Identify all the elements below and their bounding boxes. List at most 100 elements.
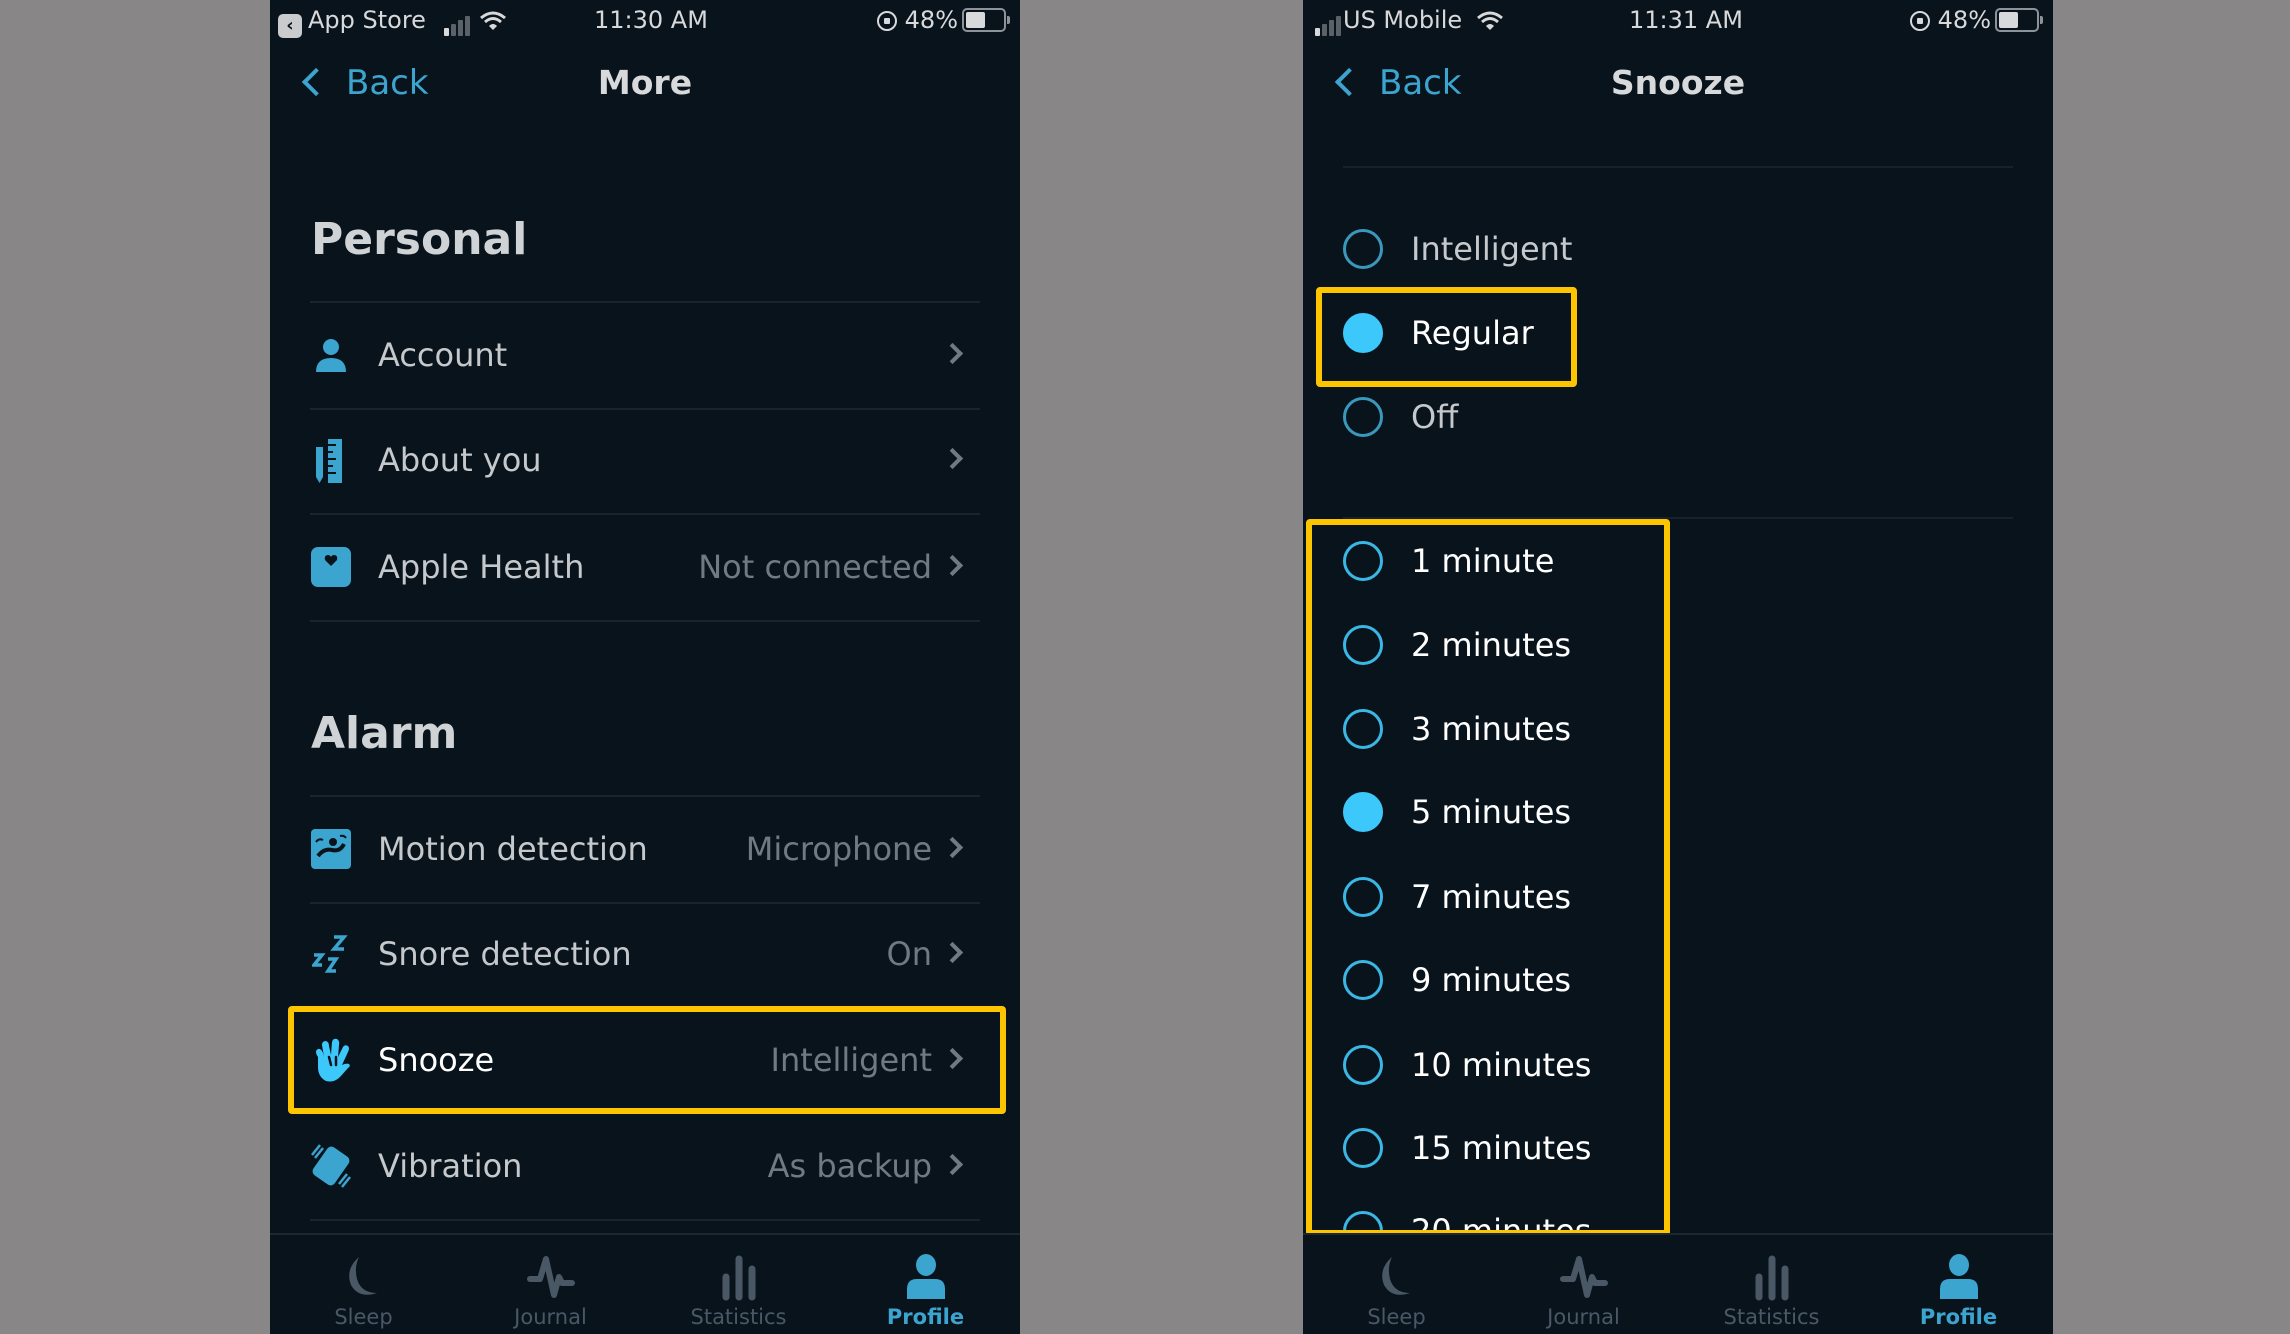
radio-button-checked[interactable] xyxy=(1343,792,1383,832)
radio-option-3-minutes[interactable]: 3 minutes xyxy=(1323,694,1823,764)
chevron-right-icon xyxy=(941,836,964,859)
tab-sleep[interactable]: Sleep xyxy=(270,1235,457,1334)
vibration-icon xyxy=(311,1144,351,1188)
radio-option-5-minutes[interactable]: 5 minutes xyxy=(1323,777,1823,847)
radio-label: 20 minutes xyxy=(1411,1212,1592,1232)
status-right: 48% xyxy=(1909,6,2043,34)
radio-label: 15 minutes xyxy=(1411,1129,1592,1167)
radio-button[interactable] xyxy=(1343,229,1383,269)
person-icon xyxy=(1939,1254,1978,1299)
list-item-snooze[interactable]: Snooze Intelligent xyxy=(300,1015,990,1105)
radio-option-1-minute[interactable]: 1 minute xyxy=(1323,526,1823,596)
rotation-lock-icon xyxy=(1909,11,1930,31)
zzz-icon xyxy=(312,935,348,973)
hand-icon xyxy=(316,1038,350,1082)
radio-button-checked[interactable] xyxy=(1343,313,1383,353)
item-value: Microphone xyxy=(745,830,932,868)
tab-bar: Sleep Journal Statistics Profile xyxy=(1303,1233,2053,1334)
radio-label: 5 minutes xyxy=(1411,793,1572,831)
tab-sleep[interactable]: Sleep xyxy=(1303,1235,1490,1334)
divider xyxy=(310,513,980,515)
radio-button[interactable] xyxy=(1343,1128,1383,1168)
status-left: US Mobile xyxy=(1315,6,1504,36)
chevron-right-icon xyxy=(941,1047,964,1070)
radio-label: 9 minutes xyxy=(1411,961,1572,999)
ruler-pencil-icon xyxy=(316,439,342,483)
divider xyxy=(310,620,980,622)
radio-button[interactable] xyxy=(1343,625,1383,665)
status-right: 48% xyxy=(876,6,1010,34)
item-value: Intelligent xyxy=(770,1041,932,1079)
list-item-snore-detection[interactable]: Snore detection On xyxy=(300,909,990,999)
radio-option-10-minutes[interactable]: 10 minutes xyxy=(1323,1030,1823,1100)
radio-option-20-minutes[interactable]: 20 minutes xyxy=(1323,1196,1823,1232)
duration-list[interactable]: 1 minute 2 minutes 3 minutes 5 minutes 7… xyxy=(1303,522,2053,1232)
signal-icon xyxy=(1315,8,1343,36)
status-bar: ‹ App Store 11:30 AM 48% xyxy=(270,0,1020,40)
radio-label: Intelligent xyxy=(1411,230,1573,268)
tab-label: Sleep xyxy=(334,1305,393,1329)
radio-label: 7 minutes xyxy=(1411,878,1572,916)
list-item-apple-health[interactable]: Apple Health Not connected xyxy=(300,522,990,612)
tab-statistics[interactable]: Statistics xyxy=(1678,1235,1865,1334)
tab-statistics[interactable]: Statistics xyxy=(645,1235,832,1334)
item-label: Account xyxy=(378,336,508,374)
radio-option-2-minutes[interactable]: 2 minutes xyxy=(1323,610,1823,680)
tab-profile[interactable]: Profile xyxy=(832,1235,1019,1334)
tab-label: Statistics xyxy=(1723,1305,1820,1329)
chevron-right-icon xyxy=(941,447,964,470)
tab-journal[interactable]: Journal xyxy=(1490,1235,1677,1334)
item-label: Apple Health xyxy=(378,548,585,586)
radio-label: 1 minute xyxy=(1411,542,1555,580)
radio-option-intelligent[interactable]: Intelligent xyxy=(1323,214,1823,284)
list-item-account[interactable]: Account xyxy=(300,310,990,400)
wifi-icon xyxy=(1476,11,1503,30)
back-to-app[interactable]: ‹ App Store xyxy=(278,6,507,38)
radio-option-15-minutes[interactable]: 15 minutes xyxy=(1323,1113,1823,1183)
divider xyxy=(310,301,980,303)
section-title-alarm: Alarm xyxy=(311,708,458,759)
item-label: Snooze xyxy=(378,1041,495,1079)
list-item-motion-detection[interactable]: Motion detection Microphone xyxy=(300,804,990,894)
tab-label: Profile xyxy=(886,1305,965,1329)
battery-icon xyxy=(962,8,1010,32)
list-item-about-you[interactable]: About you xyxy=(300,415,990,505)
person-icon xyxy=(316,339,346,372)
radio-button[interactable] xyxy=(1343,709,1383,749)
radio-button[interactable] xyxy=(1343,1211,1383,1232)
divider xyxy=(1343,517,2013,519)
item-label: Motion detection xyxy=(378,830,648,868)
motion-icon xyxy=(311,829,351,869)
radio-button[interactable] xyxy=(1343,877,1383,917)
tab-label: Sleep xyxy=(1367,1305,1426,1329)
radio-button[interactable] xyxy=(1343,541,1383,581)
page-title: More xyxy=(597,63,693,102)
item-value: On xyxy=(886,935,932,973)
radio-option-9-minutes[interactable]: 9 minutes xyxy=(1323,945,1823,1015)
divider xyxy=(1343,166,2013,168)
person-icon xyxy=(906,1254,945,1299)
heart-card-icon xyxy=(311,547,351,587)
radio-option-7-minutes[interactable]: 7 minutes xyxy=(1323,862,1823,932)
radio-button[interactable] xyxy=(1343,960,1383,1000)
item-value: As backup xyxy=(767,1147,932,1185)
list-item-vibration[interactable]: Vibration As backup xyxy=(300,1121,990,1211)
back-app-label: App Store xyxy=(308,6,426,34)
nav-bar: Back Snooze xyxy=(1303,58,2053,108)
item-value: Not connected xyxy=(698,548,932,586)
page-title: Snooze xyxy=(1610,63,1746,102)
radio-button[interactable] xyxy=(1343,397,1383,437)
chevron-right-icon xyxy=(941,941,964,964)
tab-label: Statistics xyxy=(690,1305,787,1329)
radio-option-off[interactable]: Off xyxy=(1323,382,1823,452)
tab-journal[interactable]: Journal xyxy=(457,1235,644,1334)
bar-chart-icon xyxy=(722,1255,755,1301)
carrier-label: US Mobile xyxy=(1343,6,1463,34)
radio-label: 10 minutes xyxy=(1411,1046,1592,1084)
divider xyxy=(310,408,980,410)
radio-button[interactable] xyxy=(1343,1045,1383,1085)
wifi-icon xyxy=(480,11,507,30)
rotation-lock-icon xyxy=(876,11,897,31)
radio-option-regular[interactable]: Regular xyxy=(1323,298,1823,368)
tab-profile[interactable]: Profile xyxy=(1865,1235,2052,1334)
